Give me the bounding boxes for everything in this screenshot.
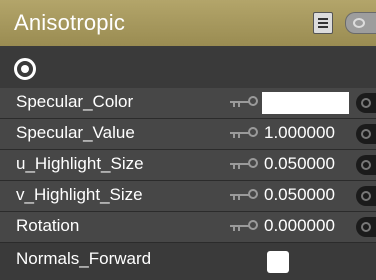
property-row-specular-value: Specular_Value 1.000000 bbox=[0, 119, 376, 149]
property-value[interactable]: 1.000000 bbox=[264, 123, 335, 143]
link-icon[interactable] bbox=[230, 219, 260, 235]
node-connect-icon[interactable] bbox=[356, 93, 376, 113]
link-icon[interactable] bbox=[230, 126, 260, 142]
normals-forward-checkbox[interactable] bbox=[267, 251, 289, 273]
document-icon[interactable] bbox=[313, 12, 333, 34]
link-icon[interactable] bbox=[230, 157, 260, 173]
panel-toolbar bbox=[0, 48, 376, 90]
property-label: Specular_Value bbox=[16, 123, 135, 142]
property-row-normals-forward: Normals_Forward bbox=[0, 243, 376, 280]
node-connect-icon[interactable] bbox=[356, 124, 376, 144]
panel-title: Anisotropic bbox=[14, 10, 126, 35]
anisotropic-panel: Anisotropic Specular_Color Specular_Valu… bbox=[0, 0, 376, 280]
property-label: Specular_Color bbox=[16, 92, 134, 111]
property-row-u-highlight-size: u_Highlight_Size 0.050000 bbox=[0, 150, 376, 180]
property-label: v_Highlight_Size bbox=[16, 185, 143, 204]
target-icon[interactable] bbox=[14, 58, 36, 80]
property-value[interactable]: 0.000000 bbox=[264, 216, 335, 236]
property-label: Rotation bbox=[16, 216, 80, 235]
property-label: u_Highlight_Size bbox=[16, 154, 144, 173]
panel-header: Anisotropic bbox=[0, 0, 376, 46]
property-row-rotation: Rotation 0.000000 bbox=[0, 212, 376, 242]
node-connect-icon[interactable] bbox=[356, 186, 376, 206]
eye-icon[interactable] bbox=[345, 12, 376, 34]
link-icon[interactable] bbox=[230, 95, 260, 111]
link-icon[interactable] bbox=[230, 188, 260, 204]
property-value[interactable]: 0.050000 bbox=[264, 154, 335, 174]
property-value[interactable]: 0.050000 bbox=[264, 185, 335, 205]
node-connect-icon[interactable] bbox=[356, 155, 376, 175]
node-connect-icon[interactable] bbox=[356, 217, 376, 237]
property-label: Normals_Forward bbox=[16, 249, 152, 268]
property-row-specular-color: Specular_Color bbox=[0, 88, 376, 118]
property-row-v-highlight-size: v_Highlight_Size 0.050000 bbox=[0, 181, 376, 211]
color-swatch[interactable] bbox=[262, 92, 349, 114]
